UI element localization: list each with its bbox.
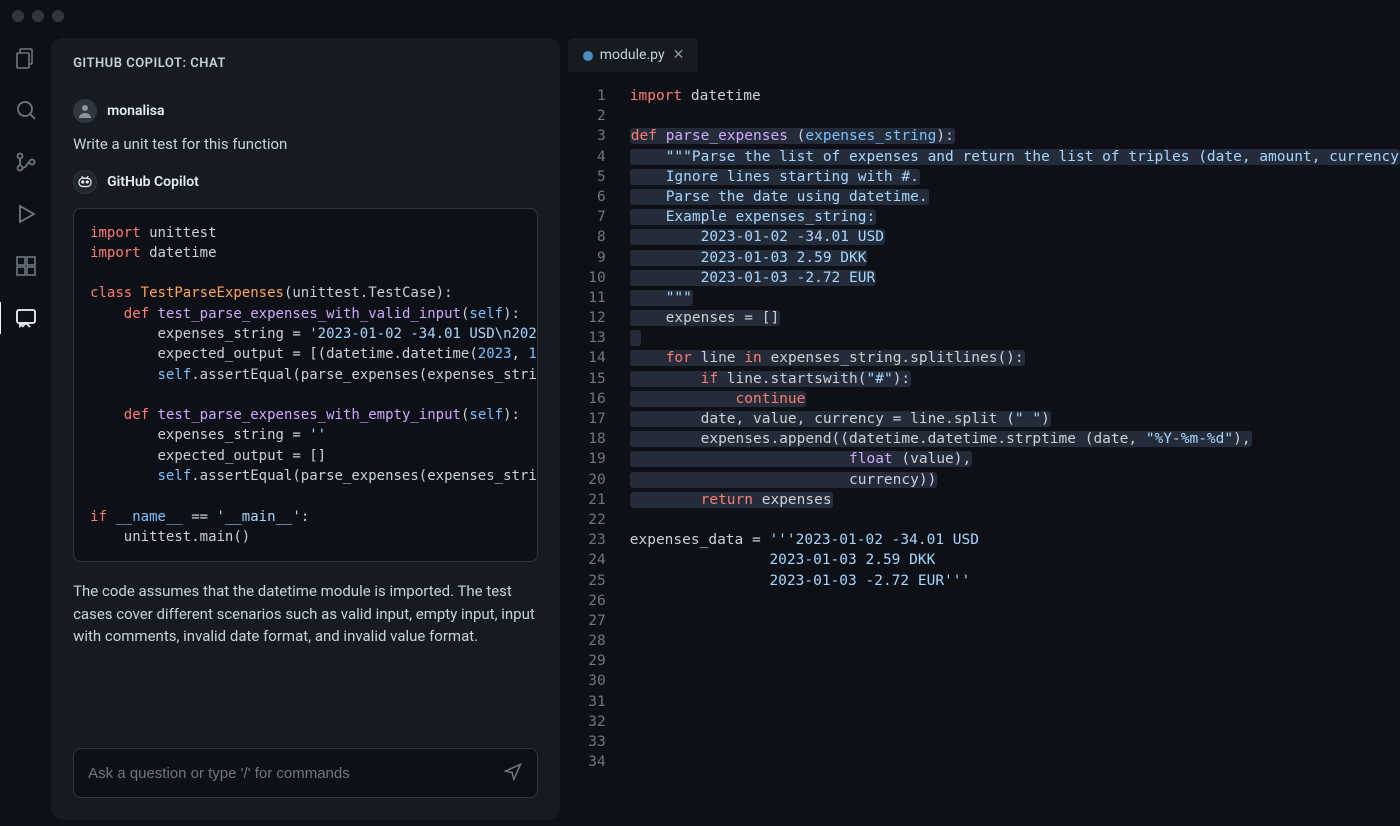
user-avatar bbox=[73, 99, 97, 123]
traffic-zoom[interactable] bbox=[52, 10, 64, 22]
activity-bar bbox=[0, 32, 51, 826]
chat-input[interactable] bbox=[73, 748, 538, 798]
chat-panel: GITHUB COPILOT: CHAT monalisa Write a un… bbox=[51, 38, 560, 820]
copilot-avatar bbox=[73, 170, 97, 194]
tab-label: module.py bbox=[600, 47, 665, 63]
line-gutter: 1234567891011121314151617181920212223242… bbox=[564, 72, 620, 826]
traffic-minimize[interactable] bbox=[32, 10, 44, 22]
assistant-explanation: The code assumes that the datetime modul… bbox=[73, 580, 538, 648]
chat-body: monalisa Write a unit test for this func… bbox=[51, 85, 560, 732]
assistant-code-block: import unittest import datetime class Te… bbox=[73, 208, 538, 563]
chat-header: GITHUB COPILOT: CHAT bbox=[51, 38, 560, 85]
user-message: monalisa Write a unit test for this func… bbox=[73, 85, 538, 156]
send-icon[interactable] bbox=[503, 761, 523, 785]
editor-body[interactable]: 1234567891011121314151617181920212223242… bbox=[564, 72, 1400, 826]
tab-module-py[interactable]: module.py ✕ bbox=[568, 38, 699, 72]
chat-input-field[interactable] bbox=[88, 765, 493, 782]
editor-area: module.py ✕ 1234567891011121314151617181… bbox=[564, 32, 1400, 826]
extensions-icon[interactable] bbox=[12, 252, 40, 280]
user-prompt: Write a unit test for this function bbox=[73, 133, 538, 156]
chat-icon[interactable] bbox=[12, 304, 40, 332]
close-icon[interactable]: ✕ bbox=[673, 47, 685, 63]
source-control-icon[interactable] bbox=[12, 148, 40, 176]
search-icon[interactable] bbox=[12, 96, 40, 124]
user-name: monalisa bbox=[107, 103, 164, 119]
python-icon bbox=[582, 50, 592, 60]
traffic-close[interactable] bbox=[12, 10, 24, 22]
files-icon[interactable] bbox=[12, 44, 40, 72]
assistant-name: GitHub Copilot bbox=[107, 174, 199, 190]
window-titlebar bbox=[0, 0, 1400, 32]
run-debug-icon[interactable] bbox=[12, 200, 40, 228]
code-content[interactable]: import datetime def parse_expenses (expe… bbox=[620, 72, 1400, 826]
editor-tabs: module.py ✕ bbox=[564, 32, 1400, 72]
assistant-message: GitHub Copilot import unittest import da… bbox=[73, 156, 538, 648]
